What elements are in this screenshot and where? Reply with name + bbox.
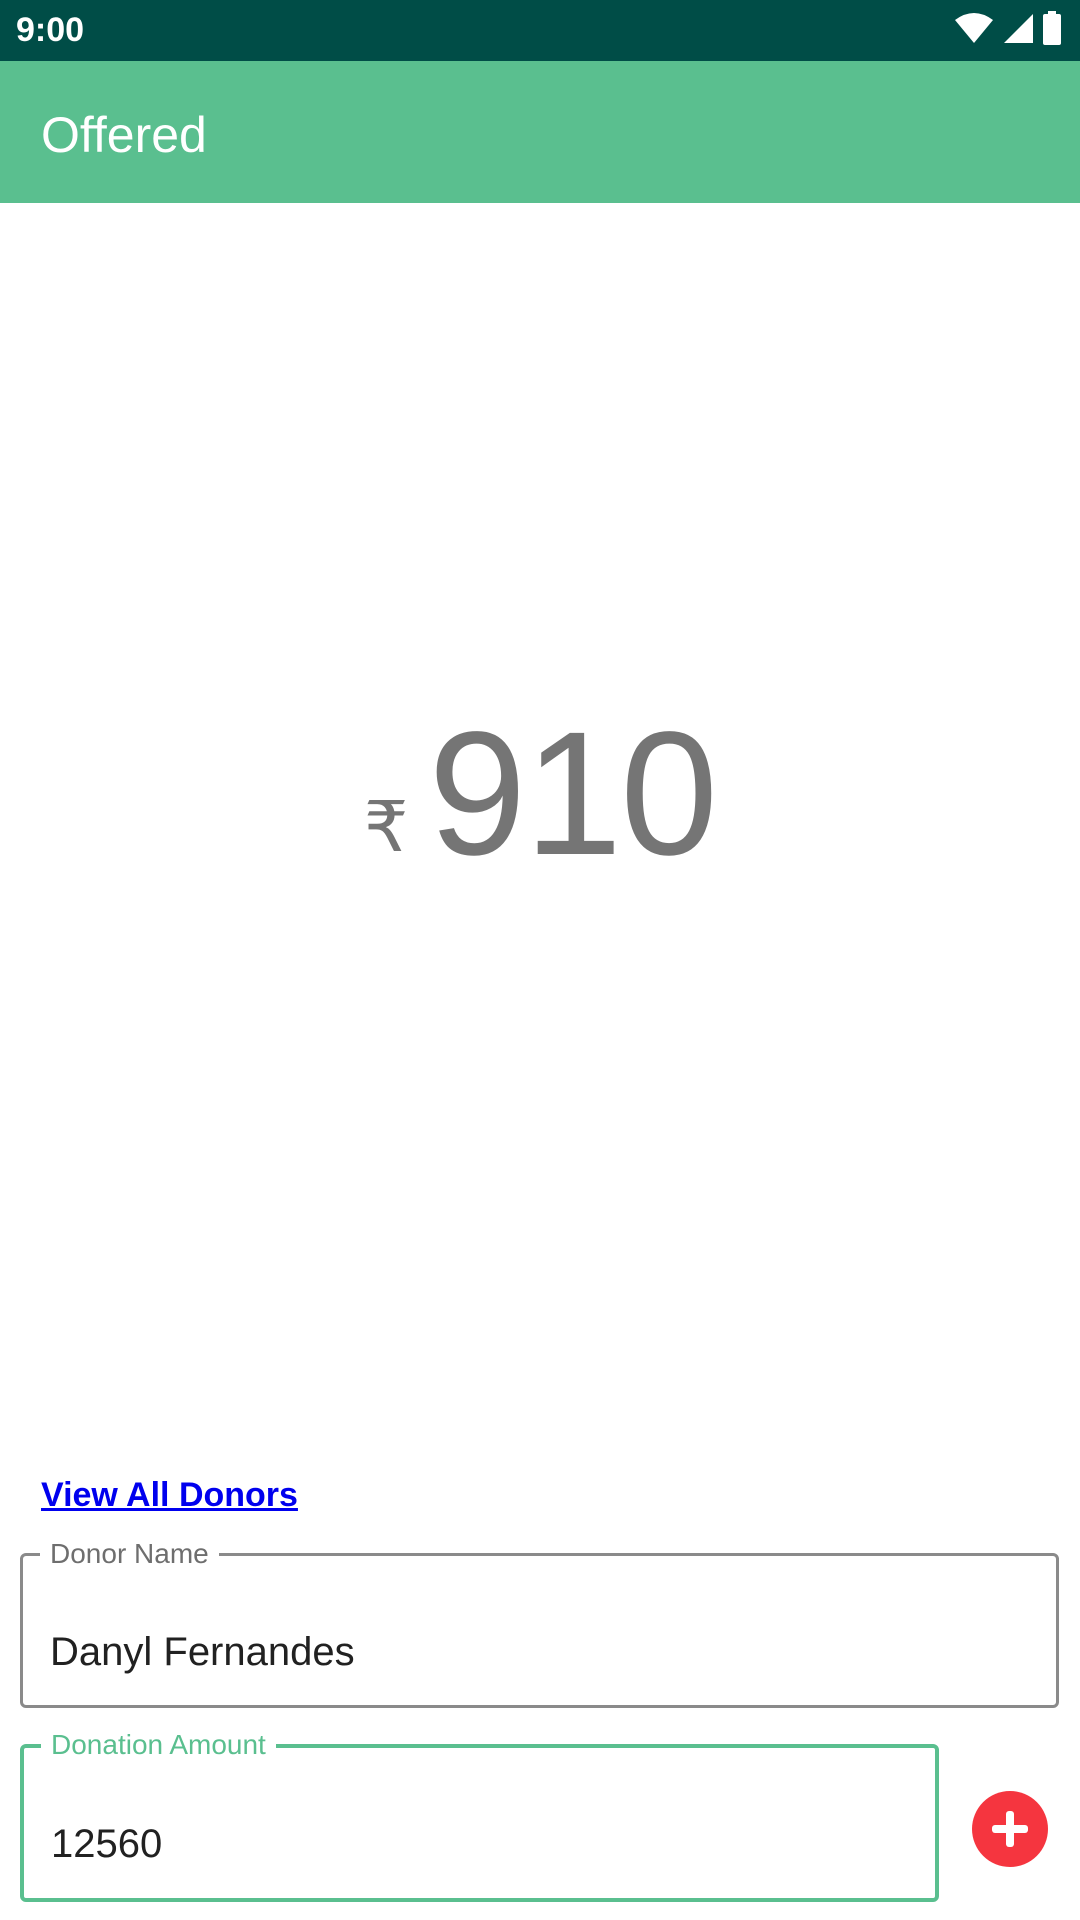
view-all-donors-link[interactable]: View All Donors — [41, 1474, 298, 1516]
offered-amount-display: ₹ 910 — [0, 700, 1080, 900]
offered-amount: 910 — [428, 696, 718, 892]
rupee-icon: ₹ — [363, 788, 409, 866]
status-bar: 9:00 — [0, 0, 1080, 61]
page-title: Offered — [41, 107, 207, 163]
donor-name-field[interactable]: Donor Name Danyl Fernandes — [20, 1536, 1059, 1708]
status-icons — [954, 10, 1062, 49]
donation-amount-label: Donation Amount — [41, 1727, 276, 1763]
donor-name-input[interactable]: Danyl Fernandes — [50, 1628, 910, 1676]
donation-amount-input[interactable]: 12560 — [51, 1820, 911, 1868]
signal-icon — [1002, 12, 1034, 49]
battery-icon — [1042, 10, 1062, 50]
status-time: 9:00 — [16, 11, 85, 49]
add-donation-button[interactable] — [972, 1791, 1048, 1867]
donation-amount-field[interactable]: Donation Amount 12560 — [20, 1727, 939, 1902]
app-bar: Offered — [0, 61, 1080, 203]
wifi-icon — [954, 12, 994, 49]
donor-name-label: Donor Name — [40, 1536, 219, 1572]
